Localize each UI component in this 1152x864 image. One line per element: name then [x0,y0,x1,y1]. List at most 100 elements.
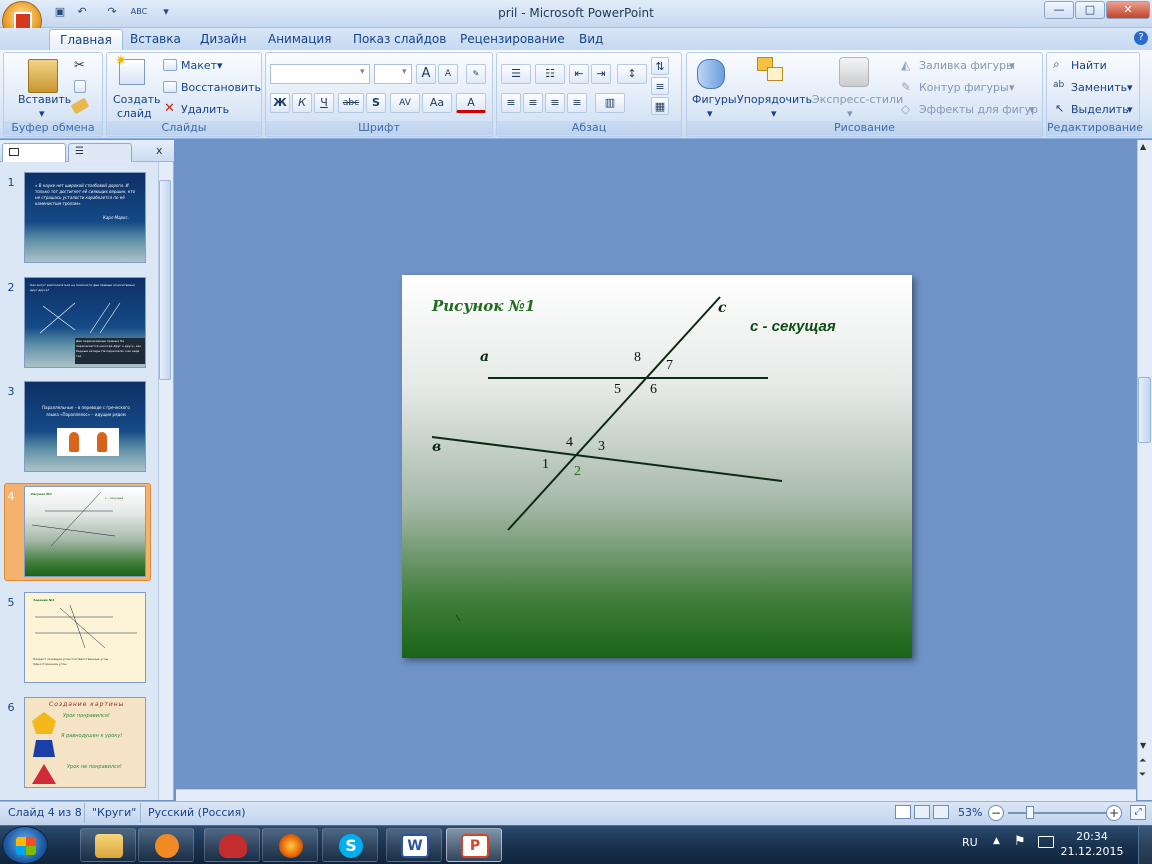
shape-effects-dropdown-icon[interactable]: ▾ [1029,103,1035,116]
shrink-font-button[interactable]: A [438,64,458,84]
slide-thumbnail-6[interactable]: Создание картины Урок понравился! Я равн… [24,697,146,788]
slide-thumbnail-5[interactable]: Задание №1 Накрест лежащие углы Соответс… [24,592,146,683]
redo-icon[interactable]: ↷ [104,4,120,20]
zoom-slider[interactable] [1008,812,1106,814]
close-button[interactable]: ✕ [1106,1,1150,19]
line-spacing-button[interactable]: ↕ [617,64,647,84]
customize-qat-icon[interactable]: ▾ [158,4,174,20]
language-indicator[interactable]: Русский (Россия) [148,806,246,819]
slide-thumbnail-2[interactable]: Как могут располагаться на плоскости две… [24,277,146,368]
replace-button[interactable]: Заменить [1071,81,1127,94]
clear-format-button[interactable]: ✎ [466,64,486,84]
align-text-button[interactable]: ≡ [651,77,669,95]
select-button[interactable]: Выделить [1071,103,1129,116]
taskbar-firefox[interactable] [262,828,318,862]
scroll-up-icon[interactable]: ▲ [1140,142,1146,151]
next-slide-icon[interactable]: ⏷ [1139,770,1146,780]
increase-indent-button[interactable]: ⇥ [591,64,611,84]
reset-button[interactable]: Восстановить [181,81,261,94]
taskbar-media-player[interactable] [138,828,194,862]
tab-home[interactable]: Главная [49,29,123,50]
quick-styles-button[interactable]: Экспресс-стили [812,93,903,106]
decrease-indent-button[interactable]: ⇤ [569,64,589,84]
smartart-button[interactable]: ▦ [651,97,669,115]
paste-dropdown-icon[interactable]: ▾ [39,107,45,120]
horizontal-scrollbar[interactable] [176,789,1136,801]
shadow-button[interactable]: S [366,93,386,113]
shape-fill-button[interactable]: Заливка фигуры [919,59,1015,72]
tab-slideshow[interactable]: Показ слайдов [343,29,456,50]
tab-design[interactable]: Дизайн [190,29,257,50]
shape-outline-dropdown-icon[interactable]: ▾ [1009,81,1015,94]
new-slide-button[interactable]: Создать [113,93,161,106]
underline-button[interactable]: Ч [314,93,334,113]
font-name-dropdown-icon[interactable]: ▾ [360,67,365,77]
help-icon[interactable]: ? [1134,31,1148,45]
taskbar-explorer[interactable] [80,828,136,862]
align-left-button[interactable]: ≡ [501,93,521,113]
arrange-button[interactable]: Упорядочить [737,93,812,106]
action-center-flag-icon[interactable]: ⚑ [1014,834,1026,849]
change-case-button[interactable]: Aa [422,93,452,113]
zoom-level[interactable]: 53% [958,806,982,819]
arrange-dropdown-icon[interactable]: ▾ [771,107,777,120]
start-button[interactable] [2,826,48,864]
font-size-dropdown-icon[interactable]: ▾ [402,67,407,77]
outline-tab[interactable]: ☰ [68,143,132,162]
slide-thumbnail-4[interactable]: Рисунок №1 с - секущая [24,486,146,577]
secant-caption[interactable]: с - секущая [750,318,836,335]
shapes-icon[interactable] [697,59,725,89]
tab-animation[interactable]: Анимация [258,29,341,50]
numbering-button[interactable]: ☷ [535,64,565,84]
taskbar-powerpoint[interactable]: P [446,828,502,862]
font-color-button[interactable]: A [456,93,486,113]
fit-to-window-icon[interactable]: ⤢ [1130,805,1146,820]
network-icon[interactable] [1038,836,1054,848]
zoom-out-icon[interactable]: − [988,805,1004,821]
shapes-dropdown-icon[interactable]: ▾ [707,107,713,120]
shape-outline-button[interactable]: Контур фигуры [919,81,1009,94]
shapes-button[interactable]: Фигуры [692,93,737,106]
strikethrough-button[interactable]: abc [338,93,364,113]
copy-icon[interactable] [74,80,86,93]
taskbar-skype[interactable]: S [322,828,378,862]
slide-canvas[interactable]: Рисунок №1 с - секущая а в с 1 2 3 4 5 6… [402,275,912,658]
new-slide-button-line2[interactable]: слайд [117,107,152,120]
zoom-in-icon[interactable]: + [1106,805,1122,821]
cut-icon[interactable]: ✂ [74,58,85,73]
replace-dropdown-icon[interactable]: ▾ [1127,81,1133,94]
taskbar-game[interactable] [204,828,260,862]
normal-view-icon[interactable] [895,805,911,819]
align-right-button[interactable]: ≡ [545,93,565,113]
delete-button[interactable]: Удалить [181,103,229,116]
layout-dropdown-icon[interactable]: ▾ [217,59,223,72]
spellcheck-icon[interactable]: ABC [128,4,150,20]
text-direction-button[interactable]: ⇅ [651,57,669,75]
system-clock[interactable]: 20:34 21.12.2015 [1060,829,1124,859]
main-scroll-thumb[interactable] [1138,377,1151,443]
slideshow-view-icon[interactable] [933,805,949,819]
justify-button[interactable]: ≡ [567,93,587,113]
main-scrollbar[interactable] [1137,140,1152,800]
save-icon[interactable]: ▣ [52,4,68,20]
slide-thumbnail-3[interactable]: Параллельные – в переводе с греческого я… [24,381,146,472]
tab-review[interactable]: Рецензирование [450,29,575,50]
layout-button[interactable]: Макет [181,59,217,72]
select-dropdown-icon[interactable]: ▾ [1127,103,1133,116]
tab-view[interactable]: Вид [569,29,613,50]
undo-icon[interactable]: ↶ [74,4,90,20]
columns-button[interactable]: ▥ [595,93,625,113]
slide-title[interactable]: Рисунок №1 [432,297,535,315]
panel-scroll-thumb[interactable] [159,180,171,380]
slides-tab[interactable] [2,143,66,162]
quick-styles-dropdown-icon[interactable]: ▾ [847,107,853,120]
shape-fill-dropdown-icon[interactable]: ▾ [1009,59,1015,72]
quick-styles-icon[interactable] [839,57,869,87]
close-panel-icon[interactable]: x [156,144,163,157]
maximize-button[interactable]: □ [1075,1,1105,19]
minimize-button[interactable]: — [1044,1,1074,19]
italic-button[interactable]: К [292,93,312,113]
show-desktop-button[interactable] [1138,826,1152,864]
format-painter-icon[interactable] [70,97,90,115]
find-button[interactable]: Найти [1071,59,1107,72]
